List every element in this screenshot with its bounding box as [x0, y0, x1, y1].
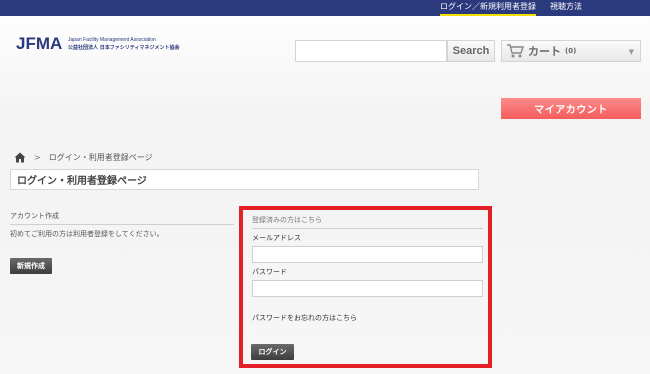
new-account-section: アカウント作成 初めてご利用の方は利用者登録をしてください。 — [10, 211, 234, 239]
password-field[interactable] — [252, 280, 483, 297]
chevron-down-icon: ▼ — [628, 48, 634, 56]
create-account-button[interactable]: 新規作成 — [10, 258, 52, 274]
cart-count: (0) — [565, 47, 577, 55]
new-account-description: 初めてご利用の方は利用者登録をしてください。 — [10, 230, 164, 238]
forgot-password-link[interactable]: パスワードをお忘れの方はこちら — [252, 313, 357, 323]
howto-link[interactable]: 視聴方法 — [550, 2, 582, 12]
login-register-link[interactable]: ログイン／新規利用者登録 — [440, 2, 536, 16]
new-account-heading: アカウント作成 — [10, 211, 234, 225]
site-logo[interactable]: JFMA Japan Facility Management Associati… — [16, 34, 179, 58]
search-button[interactable]: Search — [447, 40, 495, 62]
logo-mark: JFMA — [16, 34, 63, 53]
cart-icon — [507, 44, 524, 58]
login-panel: 登録済みの方はこちら メールアドレス パスワード パスワードをお忘れの方はこちら… — [239, 206, 492, 368]
breadcrumb-current: ログイン・利用者登録ページ — [48, 153, 153, 162]
login-heading: 登録済みの方はこちら — [252, 215, 483, 229]
home-icon[interactable] — [14, 152, 26, 163]
login-button[interactable]: ログイン — [251, 344, 294, 360]
password-label: パスワード — [252, 268, 287, 276]
login-form: 登録済みの方はこちら メールアドレス パスワード — [252, 215, 483, 297]
top-nav: ログイン／新規利用者登録 視聴方法 — [440, 2, 582, 16]
my-account-button[interactable]: マイアカウント — [501, 98, 641, 119]
email-field[interactable] — [252, 246, 483, 263]
logo-english: Japan Facility Management Association — [68, 37, 156, 43]
cart-button[interactable]: カート (0) ▼ — [501, 40, 641, 62]
page-title: ログイン・利用者登録ページ — [10, 169, 479, 190]
email-label: メールアドレス — [252, 234, 301, 242]
search-input[interactable] — [295, 40, 447, 62]
cart-label: カート — [528, 45, 561, 58]
logo-japanese: 公益社団法人 日本ファシリティマネジメント協会 — [68, 45, 180, 51]
breadcrumb: > ログイン・利用者登録ページ — [14, 152, 153, 163]
breadcrumb-separator: > — [34, 153, 41, 162]
top-bar: ログイン／新規利用者登録 視聴方法 — [0, 0, 650, 16]
